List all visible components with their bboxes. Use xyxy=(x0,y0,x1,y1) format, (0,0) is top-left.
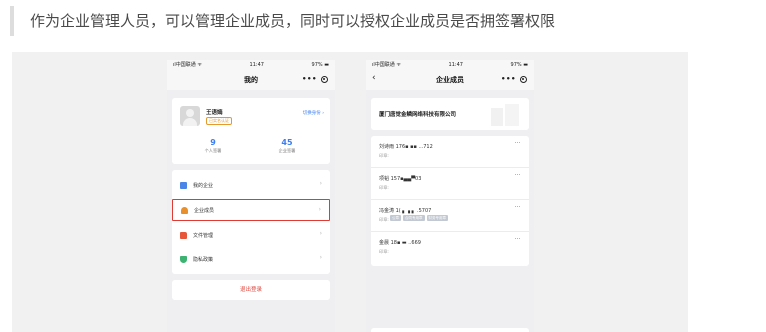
switch-identity-link[interactable]: 切换身份 › xyxy=(303,110,324,116)
folder-icon xyxy=(180,231,187,239)
menu-item-file-management[interactable]: 文件管理 › xyxy=(172,224,330,246)
company-name: 厦门唐觉金鳞网络科技有限公司 xyxy=(379,112,457,118)
member-name-phone: 金晨 18▪ ▬ ..669 xyxy=(379,240,421,246)
seal-tag: 公章 xyxy=(390,215,401,221)
menu-item-label: 文件管理 xyxy=(193,232,214,239)
status-time: 11:47 xyxy=(448,61,463,68)
more-dots-icon[interactable]: ••• xyxy=(501,76,516,83)
close-target-icon[interactable] xyxy=(320,76,328,83)
more-options-icon[interactable]: ··· xyxy=(514,140,521,147)
member-row[interactable]: 冯金涛 1( ▖▗ ▖ .5707 印章: 公章 合同专用章 财务专用章 ··· xyxy=(371,200,529,232)
nav-bar: 我的 ••• xyxy=(167,69,335,90)
quote-caption: 作为企业管理人员，可以管理企业成员，同时可以授权企业成员是否拥签署权限 xyxy=(10,6,750,36)
menu-item-my-company[interactable]: 我的企业 › xyxy=(172,174,330,196)
member-list: 刘诗雨 176▪ ▪▪ ...712 印章: ··· 项韬 157▪▄▄▀03 … xyxy=(371,136,529,266)
verified-badge: 已实名认证 xyxy=(206,117,232,125)
seal-tags: 公章 合同专用章 财务专用章 xyxy=(390,215,448,221)
chevron-right-icon: › xyxy=(319,254,322,261)
shield-icon xyxy=(180,255,187,263)
logout-button[interactable]: 退出登录 xyxy=(172,280,330,300)
avatar xyxy=(180,106,200,126)
menu-item-label: 企业成员 xyxy=(194,207,215,214)
page-title: 企业成员 xyxy=(436,75,464,84)
menu-card: 我的企业 › 企业成员 › 文件管理 › 隐私政策 › xyxy=(172,170,330,274)
menu-item-label: 我的企业 xyxy=(193,182,214,189)
more-options-icon[interactable]: ··· xyxy=(514,172,521,179)
member-name-phone: 项韬 157▪▄▄▀03 xyxy=(379,176,422,182)
member-row[interactable]: 金晨 18▪ ▬ ..669 印章: ··· xyxy=(371,232,529,264)
chevron-right-icon: › xyxy=(319,180,322,187)
seal-label: 印章: xyxy=(379,153,389,158)
menu-item-company-members[interactable]: 企业成员 › xyxy=(172,199,330,221)
phone-screen-members: ıl中国联通 ᯤ 11:47 97% ▬ ‹ 企业成员 ••• 厦门唐觉金鳞网络… xyxy=(366,60,534,332)
mini-program-capsule: ••• xyxy=(499,74,529,85)
caption-text: 作为企业管理人员，可以管理企业成员，同时可以授权企业成员是否拥签署权限 xyxy=(30,12,556,30)
seal-label: 印章: xyxy=(379,185,389,190)
seal-tag: 财务专用章 xyxy=(426,215,448,221)
menu-item-privacy-policy[interactable]: 隐私政策 › xyxy=(172,248,330,270)
company-card: 厦门唐觉金鳞网络科技有限公司 xyxy=(371,98,529,130)
status-bar: ıl中国联通 ᯤ 11:47 97% ▬ xyxy=(167,60,335,69)
chevron-right-icon: › xyxy=(319,230,322,237)
chevron-right-icon: › xyxy=(318,206,321,213)
more-options-icon[interactable]: ··· xyxy=(514,204,521,211)
stat-label: 企业签署 xyxy=(278,148,296,153)
close-target-icon[interactable] xyxy=(519,76,527,83)
status-time: 11:47 xyxy=(249,61,264,68)
mini-program-capsule: ••• xyxy=(300,74,330,85)
member-name-phone: 冯金涛 1( ▖▗ ▖ .5707 xyxy=(379,208,432,214)
more-dots-icon[interactable]: ••• xyxy=(302,76,317,83)
seal-tag: 合同专用章 xyxy=(403,215,425,221)
building-watermark-icon xyxy=(491,104,519,126)
nav-bar: ‹ 企业成员 ••• xyxy=(366,69,534,90)
bottom-card xyxy=(371,328,529,332)
battery-indicator: 97% ▬ xyxy=(311,61,329,68)
building-icon xyxy=(180,181,187,189)
members-icon xyxy=(181,206,188,214)
stat-value: 9 xyxy=(210,138,216,147)
profile-card: 王语嫣 已实名认证 切换身份 › 9 个人签署 45 企业签署 xyxy=(172,98,330,164)
stat-value: 45 xyxy=(281,138,293,147)
status-bar: ıl中国联通 ᯤ 11:47 97% ▬ xyxy=(366,60,534,69)
stat-label: 个人签署 xyxy=(204,148,222,153)
page-title: 我的 xyxy=(244,75,258,84)
carrier-signal: ıl中国联通 ᯤ xyxy=(372,62,401,68)
seal-label: 印章: xyxy=(379,249,389,254)
menu-item-label: 隐私政策 xyxy=(193,256,214,263)
user-name: 王语嫣 xyxy=(206,110,223,116)
personal-sign-stat[interactable]: 9 个人签署 xyxy=(188,138,238,154)
screenshot-canvas: ıl中国联通 ᯤ 11:47 97% ▬ 我的 ••• 王语嫣 已实名认证 切换… xyxy=(12,52,688,332)
battery-indicator: 97% ▬ xyxy=(510,61,528,68)
page: 作为企业管理人员，可以管理企业成员，同时可以授权企业成员是否拥签署权限 ıl中国… xyxy=(0,0,766,332)
carrier-signal: ıl中国联通 ᯤ xyxy=(173,62,202,68)
member-row[interactable]: 刘诗雨 176▪ ▪▪ ...712 印章: ··· xyxy=(371,136,529,168)
member-row[interactable]: 项韬 157▪▄▄▀03 印章: ··· xyxy=(371,168,529,200)
back-arrow-icon[interactable]: ‹ xyxy=(372,73,376,83)
member-name-phone: 刘诗雨 176▪ ▪▪ ...712 xyxy=(379,144,433,150)
phone-screen-profile: ıl中国联通 ᯤ 11:47 97% ▬ 我的 ••• 王语嫣 已实名认证 切换… xyxy=(167,60,335,332)
seal-label: 印章: xyxy=(379,217,389,222)
company-sign-stat[interactable]: 45 企业签署 xyxy=(262,138,312,154)
more-options-icon[interactable]: ··· xyxy=(514,236,521,243)
